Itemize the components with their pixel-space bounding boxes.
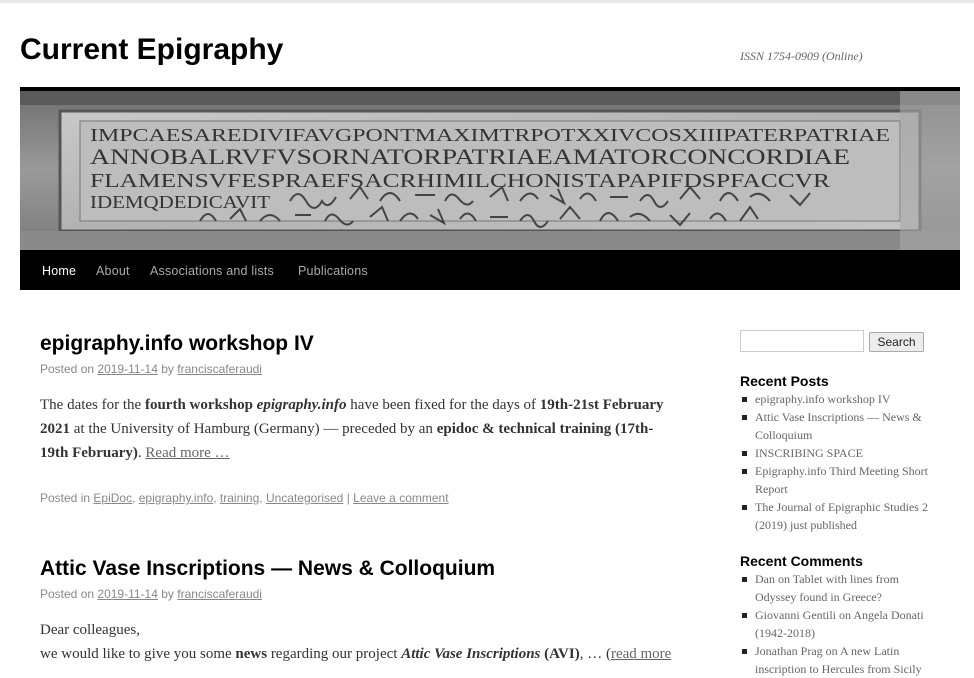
post-meta: Posted on 2019-11-14 by franciscaferaudi: [40, 587, 262, 601]
excerpt-text: The dates for the: [40, 397, 145, 413]
by-label: by: [161, 362, 174, 376]
category-link-training[interactable]: training: [220, 491, 259, 505]
on-label: on: [825, 644, 838, 658]
excerpt-bold: (AVI): [540, 646, 580, 662]
nav-item-home[interactable]: Home: [42, 264, 76, 278]
excerpt-greeting: Dear colleagues,: [40, 622, 140, 638]
on-label: on: [839, 608, 851, 622]
excerpt-text: at the University of Hamburg (Germany) —…: [70, 421, 437, 437]
excerpt-bold: news: [235, 646, 268, 662]
post-title[interactable]: Attic Vase Inscriptions — News & Colloqu…: [40, 557, 495, 581]
banner-inscription-line-3: FLAMENSVFESPRAEFSACRHIMILCHONISTAPAPIFDS…: [90, 170, 831, 192]
excerpt-text: regarding our project: [267, 646, 402, 662]
meta-separator: |: [346, 491, 350, 505]
recent-post-link[interactable]: Epigraphy.info Third Meeting Short Repor…: [755, 464, 928, 496]
header-banner-image: IMPCAESAREDIVIFAVGPONTMAXIMTRPOTXXIVCOSX…: [20, 91, 960, 250]
category-link-epigraphy-info[interactable]: epigraphy.info: [139, 491, 214, 505]
comment-author-link[interactable]: Jonathan Prag: [755, 644, 823, 658]
on-label: on: [778, 572, 790, 586]
recent-post-link[interactable]: INSCRIBING SPACE: [755, 446, 863, 460]
banner-inscription-line-1: IMPCAESAREDIVIFAVGPONTMAXIMTRPOTXXIVCOSX…: [90, 125, 890, 145]
list-item: epigraphy.info workshop IV: [740, 390, 936, 408]
read-more-link[interactable]: read more: [611, 646, 671, 662]
nav-item-publications[interactable]: Publications: [298, 264, 368, 278]
comment-post-link[interactable]: Tablet with lines from Odyssey found in …: [755, 572, 899, 604]
post-author-link[interactable]: franciscaferaudi: [177, 587, 262, 601]
recent-post-link[interactable]: epigraphy.info workshop IV: [755, 392, 891, 406]
list-item: Attic Vase Inscriptions — News & Colloqu…: [740, 408, 936, 444]
post-excerpt: Dear colleagues, we would like to give yo…: [40, 618, 680, 666]
site-title[interactable]: Current Epigraphy: [20, 33, 283, 67]
recent-comments-heading: Recent Comments: [740, 553, 863, 569]
excerpt-text: , … (: [579, 646, 611, 662]
search-input[interactable]: [740, 330, 864, 352]
comment-author-link[interactable]: Dan: [755, 572, 775, 586]
excerpt-bold-italic: Attic Vase Inscriptions: [401, 646, 541, 662]
recent-post-link[interactable]: The Journal of Epigraphic Studies 2 (201…: [755, 500, 928, 532]
recent-comments-list: Dan on Tablet with lines from Odyssey fo…: [740, 570, 936, 678]
main-navigation: Home About Associations and lists Public…: [20, 250, 960, 290]
post-footer-meta: Posted in EpiDoc, epigraphy.info, traini…: [40, 491, 449, 505]
recent-posts-heading: Recent Posts: [740, 373, 829, 389]
search-button[interactable]: Search: [869, 332, 924, 352]
excerpt-bold: fourth workshop: [144, 397, 257, 413]
excerpt-bold-italic: epigraphy.info: [256, 397, 347, 413]
excerpt-text: have been fixed for the days of: [346, 397, 540, 413]
posted-in-label: Posted in: [40, 491, 91, 505]
posted-on-label: Posted on: [40, 587, 95, 601]
post-meta: Posted on 2019-11-14 by franciscaferaudi: [40, 362, 262, 376]
post-excerpt: The dates for the fourth workshop epigra…: [40, 393, 680, 465]
post-date-link[interactable]: 2019-11-14: [97, 362, 158, 376]
post-date-link[interactable]: 2019-11-14: [97, 587, 158, 601]
comment-author-link[interactable]: Giovanni Gentili: [755, 608, 836, 622]
read-more-link[interactable]: Read more …: [145, 445, 229, 461]
list-item: The Journal of Epigraphic Studies 2 (201…: [740, 498, 936, 534]
nav-item-about[interactable]: About: [96, 264, 130, 278]
post-author-link[interactable]: franciscaferaudi: [177, 362, 262, 376]
recent-posts-list: epigraphy.info workshop IV Attic Vase In…: [740, 390, 936, 534]
by-label: by: [161, 587, 174, 601]
list-item: Dan on Tablet with lines from Odyssey fo…: [740, 570, 936, 606]
list-item: Giovanni Gentili on Angela Donati (1942-…: [740, 606, 936, 642]
excerpt-text: we would like to give you some: [40, 646, 236, 662]
posted-on-label: Posted on: [40, 362, 95, 376]
list-item: Epigraphy.info Third Meeting Short Repor…: [740, 462, 936, 498]
category-link-uncategorised[interactable]: Uncategorised: [266, 491, 343, 505]
post-title[interactable]: epigraphy.info workshop IV: [40, 332, 314, 356]
category-link-epidoc[interactable]: EpiDoc: [93, 491, 132, 505]
leave-comment-link[interactable]: Leave a comment: [353, 491, 448, 505]
banner-inscription-line-4: IDEMQDEDICAVIT: [90, 192, 270, 212]
nav-item-associations-and-lists[interactable]: Associations and lists: [150, 264, 274, 278]
recent-post-link[interactable]: Attic Vase Inscriptions — News & Colloqu…: [755, 410, 922, 442]
top-border: [0, 0, 974, 3]
list-item: INSCRIBING SPACE: [740, 444, 936, 462]
banner-inscription-line-2: ANNOBALRVFVSORNATORPATRIAEAMATORCONCORDI…: [90, 144, 850, 169]
site-description: ISSN 1754-0909 (Online): [740, 49, 863, 63]
